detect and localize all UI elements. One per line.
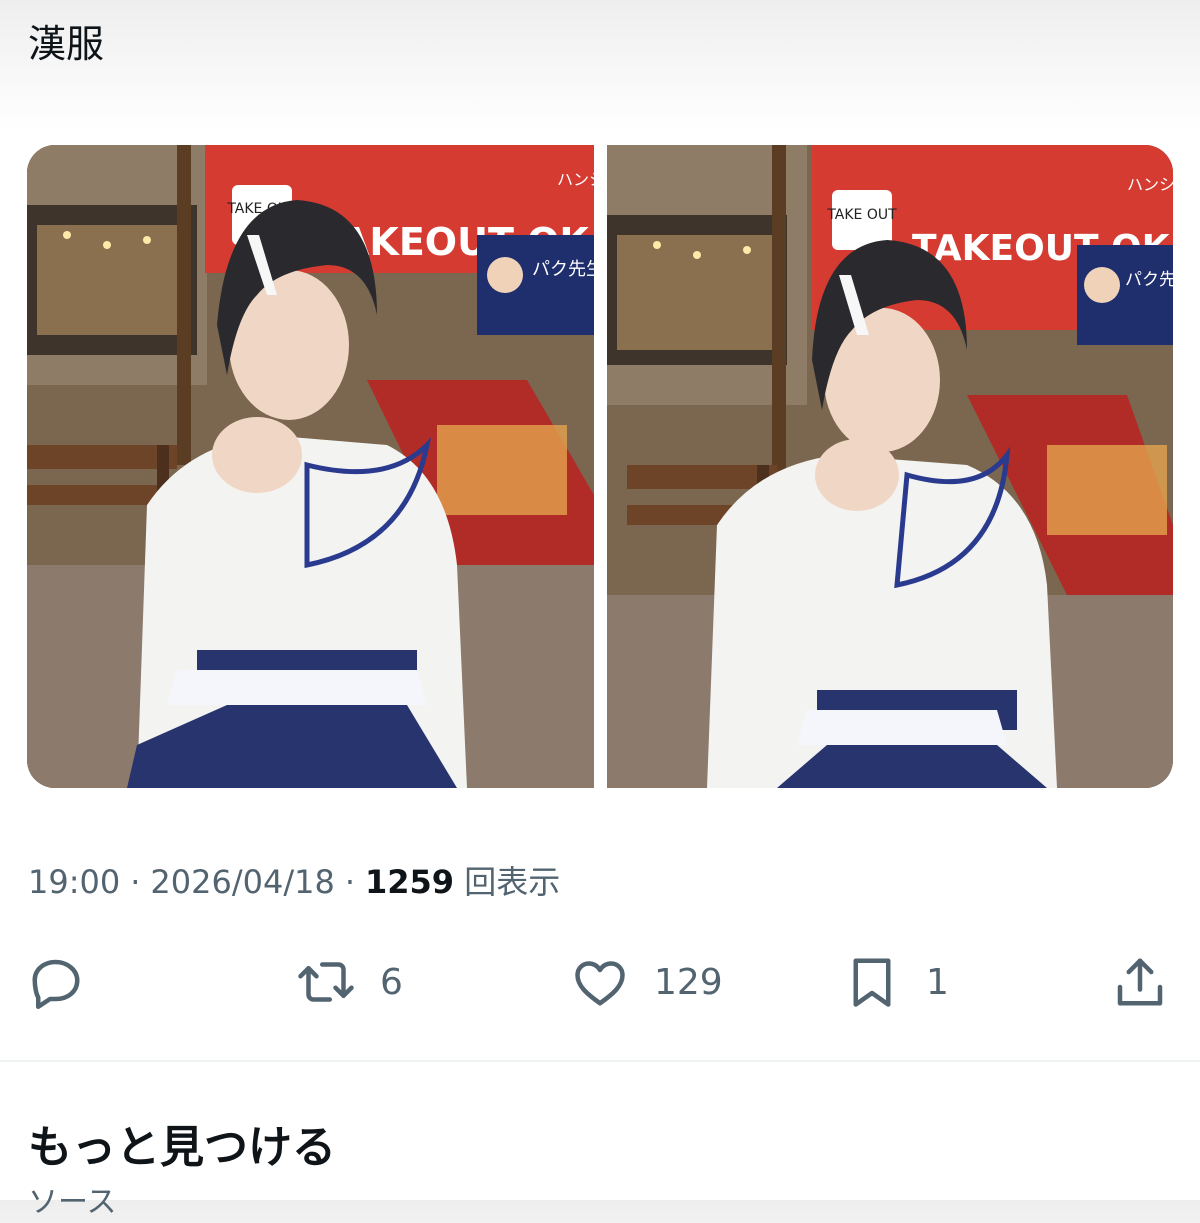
retweet-count: 6 [380,961,403,1003]
banner-side-text: ハンシグ [1127,175,1173,194]
bookmark-count: 1 [926,961,949,1003]
share-button[interactable] [1110,950,1170,1014]
tweet-meta: 19:00 · 2026/04/18 · 1259 回表示 [28,860,560,904]
like-count: 129 [654,961,723,1003]
meta-separator: · [344,863,355,901]
tweet-date[interactable]: 2026/04/18 [150,863,334,901]
retweet-icon [298,962,354,1002]
heart-icon [575,961,625,1006]
retweet-button[interactable]: 6 [296,950,403,1014]
tweet-text: 漢服 [28,22,105,66]
media-grid: TAKE OUT TAKEOUT OK ハンシグ パク先生 [27,145,1173,788]
bookmark-button[interactable]: 1 [842,950,949,1014]
discover-more-title: もっと見つける [28,1122,336,1173]
section-divider [0,1060,1200,1062]
meta-separator: · [130,863,141,901]
share-icon [1117,958,1163,1006]
poster-text: パク先生 [1125,270,1173,290]
bookmark-icon [853,958,891,1007]
tweet-photo-2[interactable]: TAKE OUT TAKEOUT OK ハンシグ パク先生 [607,145,1173,788]
views-count: 1259 [365,863,455,901]
reply-button[interactable] [26,950,86,1014]
views-label: 回表示 [464,863,561,901]
tweet-photo-1[interactable]: TAKE OUT TAKEOUT OK ハンシグ パク先生 [27,145,594,788]
banner-side-text: ハンシグ [557,170,594,189]
like-button[interactable]: 129 [570,950,723,1014]
poster-text: パク先生 [532,259,594,280]
takeout-badge-text: TAKE OUT [826,207,897,223]
action-bar: 6 129 1 [0,950,1200,1014]
discover-more-source: ソース [28,1185,117,1220]
tweet-time[interactable]: 19:00 [28,863,120,901]
reply-icon [32,959,80,1009]
